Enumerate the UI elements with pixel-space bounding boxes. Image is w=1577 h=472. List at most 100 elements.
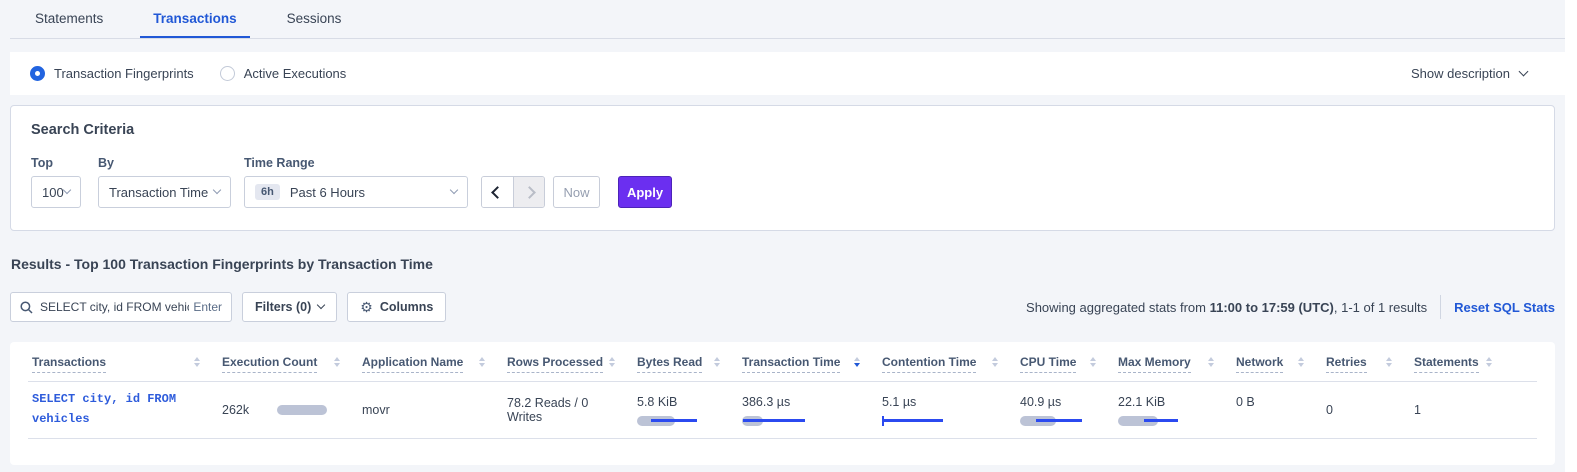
column-header-network[interactable]: Network [1236,355,1326,373]
tab-transactions[interactable]: Transactions [140,0,249,39]
scrollbar-gutter[interactable] [1565,0,1577,472]
column-header-bytes-read[interactable]: Bytes Read [637,355,742,373]
column-header-application-name[interactable]: Application Name [362,355,507,373]
tab-bar: Statements Transactions Sessions [10,0,366,39]
sort-icon[interactable] [479,357,485,367]
radio-transaction-fingerprints[interactable]: Transaction Fingerprints [30,66,194,81]
tab-statements[interactable]: Statements [22,0,116,39]
gear-icon: ⚙ [360,300,373,314]
sort-icon[interactable] [1298,357,1304,367]
filters-button-label: Filters (0) [255,300,311,314]
chevron-down-icon [213,186,221,194]
transaction-fingerprint-link[interactable]: SELECT city, id FROM vehicles [32,390,192,430]
top-select[interactable]: 100 [31,176,81,208]
cell-transaction-time: 386.3 µs [742,395,882,426]
transaction-time-value: 386.3 µs [742,395,860,409]
sort-icon-active-desc[interactable] [854,357,860,367]
contention-time-value: 5.1 µs [882,395,998,409]
table-header-row: Transactions Execution Count Application… [10,342,1555,373]
results-toolbar: Enter Filters (0) ⚙ Columns Showing aggr… [10,292,1555,322]
time-range-field: Time Range 6h Past 6 Hours [244,156,468,208]
chevron-down-icon [317,301,325,309]
cell-statements: 1 [1414,403,1514,417]
sort-icon[interactable] [1090,357,1096,367]
view-mode-bar: Transaction Fingerprints Active Executio… [10,52,1565,95]
time-range-select[interactable]: 6h Past 6 Hours [244,176,468,208]
show-description-toggle[interactable]: Show description [1411,66,1527,81]
sort-icon[interactable] [992,357,998,367]
column-header-transaction-time[interactable]: Transaction Time [742,355,882,373]
transaction-time-bar [742,416,832,426]
by-select-value: Transaction Time [109,185,208,200]
stats-time-range: 11:00 to 17:59 (UTC) [1210,300,1334,315]
time-range-label: Time Range [244,156,468,170]
cell-application-name: movr [362,403,507,417]
chevron-left-icon [491,186,504,199]
sort-icon[interactable] [609,357,615,367]
by-select[interactable]: Transaction Time [98,176,231,208]
column-header-retries[interactable]: Retries [1326,355,1414,373]
time-range-value: Past 6 Hours [290,185,365,200]
tab-sessions[interactable]: Sessions [274,0,355,39]
cell-bytes-read: 5.8 KiB [637,395,742,426]
by-field: By Transaction Time [98,156,244,208]
table-row: SELECT city, id FROM vehicles 262k movr … [10,382,1555,438]
radio-active-executions[interactable]: Active Executions [220,66,347,81]
cell-cpu-time: 40.9 µs [1020,395,1118,426]
time-window-nav [481,176,545,208]
cell-rows-processed: 78.2 Reads / 0 Writes [507,396,637,424]
cell-contention-time: 5.1 µs [882,395,1020,426]
network-value: 0 B [1236,395,1304,409]
by-label: By [98,156,244,170]
column-header-execution-count[interactable]: Execution Count [222,355,362,373]
max-memory-value: 22.1 KiB [1118,395,1214,409]
cell-execution-count: 262k [222,403,362,417]
columns-button[interactable]: ⚙ Columns [347,292,446,322]
search-icon [20,301,33,314]
search-input-box[interactable]: Enter [10,292,232,322]
sort-icon[interactable] [1486,357,1492,367]
chevron-right-icon [523,186,536,199]
search-criteria-controls: Top 100 By Transaction Time Time Range 6… [31,156,672,208]
top-label: Top [31,156,98,170]
bytes-read-value: 5.8 KiB [637,395,720,409]
bytes-read-bar [637,416,727,426]
now-button[interactable]: Now [553,176,600,208]
show-description-label: Show description [1411,66,1510,81]
sort-icon[interactable] [1386,357,1392,367]
sort-icon[interactable] [714,357,720,367]
sort-icon[interactable] [194,357,200,367]
search-input[interactable] [40,300,189,314]
next-time-window-button[interactable] [513,177,544,207]
aggregated-stats-text: Showing aggregated stats from 11:00 to 1… [1026,300,1427,315]
apply-button[interactable]: Apply [618,176,672,208]
radio-selected-icon[interactable] [30,66,45,81]
column-header-statements[interactable]: Statements [1414,355,1514,373]
cell-network: 0 B [1236,395,1326,426]
search-enter-hint: Enter [193,300,222,314]
results-heading: Results - Top 100 Transaction Fingerprin… [11,256,433,272]
network-bar-empty [1236,416,1326,426]
max-memory-bar [1118,416,1208,426]
column-header-rows-processed[interactable]: Rows Processed [507,355,637,373]
column-header-cpu-time[interactable]: CPU Time [1020,355,1118,373]
column-header-contention-time[interactable]: Contention Time [882,355,1020,373]
top-select-value: 100 [42,185,64,200]
sort-icon[interactable] [334,357,340,367]
columns-button-label: Columns [380,300,433,314]
execution-count-bar [277,405,327,415]
cell-transactions: SELECT city, id FROM vehicles [32,390,222,430]
column-header-transactions[interactable]: Transactions [32,355,222,373]
column-header-max-memory[interactable]: Max Memory [1118,355,1236,373]
filters-button[interactable]: Filters (0) [242,292,337,322]
table-row-rule [28,438,1537,439]
radio-label: Active Executions [244,66,347,81]
prev-time-window-button[interactable] [482,177,513,207]
cell-retries: 0 [1326,403,1414,417]
chevron-down-icon [1519,67,1529,77]
radio-unselected-icon[interactable] [220,66,235,81]
sort-icon[interactable] [1208,357,1214,367]
cell-max-memory: 22.1 KiB [1118,395,1236,426]
contention-time-bar [882,416,972,426]
reset-sql-stats-link[interactable]: Reset SQL Stats [1454,300,1555,315]
